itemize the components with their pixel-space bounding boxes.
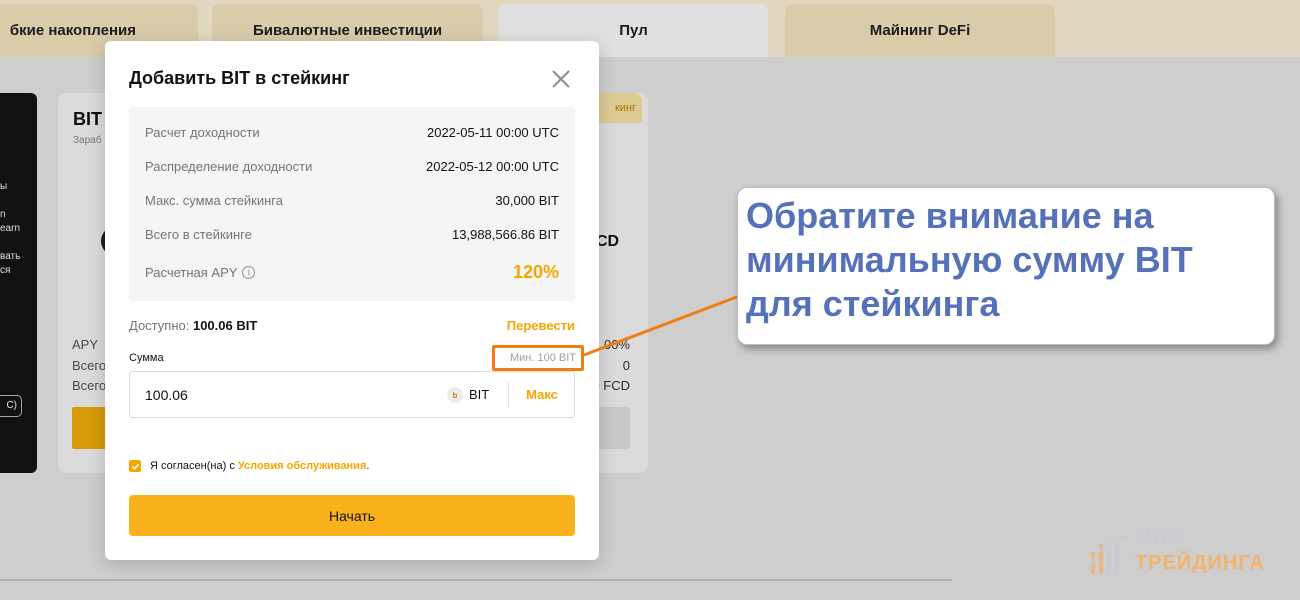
close-button[interactable] [549, 67, 573, 91]
agree-checkbox[interactable] [129, 460, 141, 472]
info-row-value: 2022-05-11 00:00 UTC [426, 124, 559, 140]
info-row-apy: Расчетная APY i 120% [145, 262, 559, 282]
info-row-label: Расчет доходности [145, 124, 260, 140]
amount-unit: BIT [469, 387, 490, 402]
info-icon[interactable]: i [242, 265, 256, 279]
terms-link[interactable]: Условия обслуживания [238, 460, 367, 472]
info-row-label: Распределение доходности [145, 158, 313, 174]
info-row-calc: Расчет доходности 2022-05-11 00:00 UTC [145, 122, 559, 142]
stake-modal: Добавить BIT в стейкинг Расчет доходност… [105, 41, 599, 560]
info-row-label: Макс. сумма стейкинга [145, 192, 283, 208]
info-row-max-stake: Макс. сумма стейкинга 30,000 BIT [145, 190, 559, 210]
info-row-value: 2022-05-12 00:00 UTC [426, 158, 559, 174]
info-row-value: 13,988,566.86 BIT [452, 226, 559, 242]
apy-value: 120% [512, 261, 559, 282]
info-row-label: Расчетная APY [145, 264, 238, 280]
amount-label: Сумма [129, 352, 164, 364]
info-row-value: 30,000 BIT [495, 192, 559, 208]
callout-text: Обратите внимание на минимальную сумму B… [746, 195, 1193, 324]
watermark-line1: МИР [1135, 528, 1183, 550]
available-balance: Доступно: 100.06 BIT [129, 318, 257, 333]
amount-input[interactable] [145, 385, 425, 405]
max-button[interactable]: Макс [509, 372, 575, 417]
bit-coin-icon: b [447, 387, 463, 403]
watermark-line2: ТРЕЙДИНГА [1135, 552, 1265, 574]
modal-title: Добавить BIT в стейкинг [129, 68, 350, 88]
transfer-link[interactable]: Перевести [507, 318, 575, 333]
staking-info-box: Расчет доходности 2022-05-11 00:00 UTC Р… [129, 107, 575, 301]
info-row-distribution: Распределение доходности 2022-05-12 00:0… [145, 156, 559, 176]
candlestick-logo-icon [1088, 536, 1130, 574]
agree-text: Я согласен(на) с [150, 460, 235, 472]
annotation-callout: Обратите внимание на минимальную сумму B… [737, 187, 1275, 345]
start-button[interactable]: Начать [129, 495, 575, 536]
check-icon [131, 463, 139, 470]
close-icon [552, 70, 570, 88]
info-row-total-staked: Всего в стейкинге 13,988,566.86 BIT [145, 224, 559, 244]
min-amount-highlight [492, 345, 584, 371]
available-value: 100.06 BIT [192, 318, 258, 333]
available-label: Доступно: [129, 318, 190, 333]
agree-suffix: . [366, 460, 370, 472]
terms-agreement: Я согласен(на) с Условия обслуживания. [129, 459, 369, 473]
amount-field[interactable]: b BIT Макс [129, 371, 575, 418]
info-row-label: Всего в стейкинге [145, 226, 252, 242]
watermark: МИР ТРЕЙДИНГА [1085, 526, 1285, 584]
